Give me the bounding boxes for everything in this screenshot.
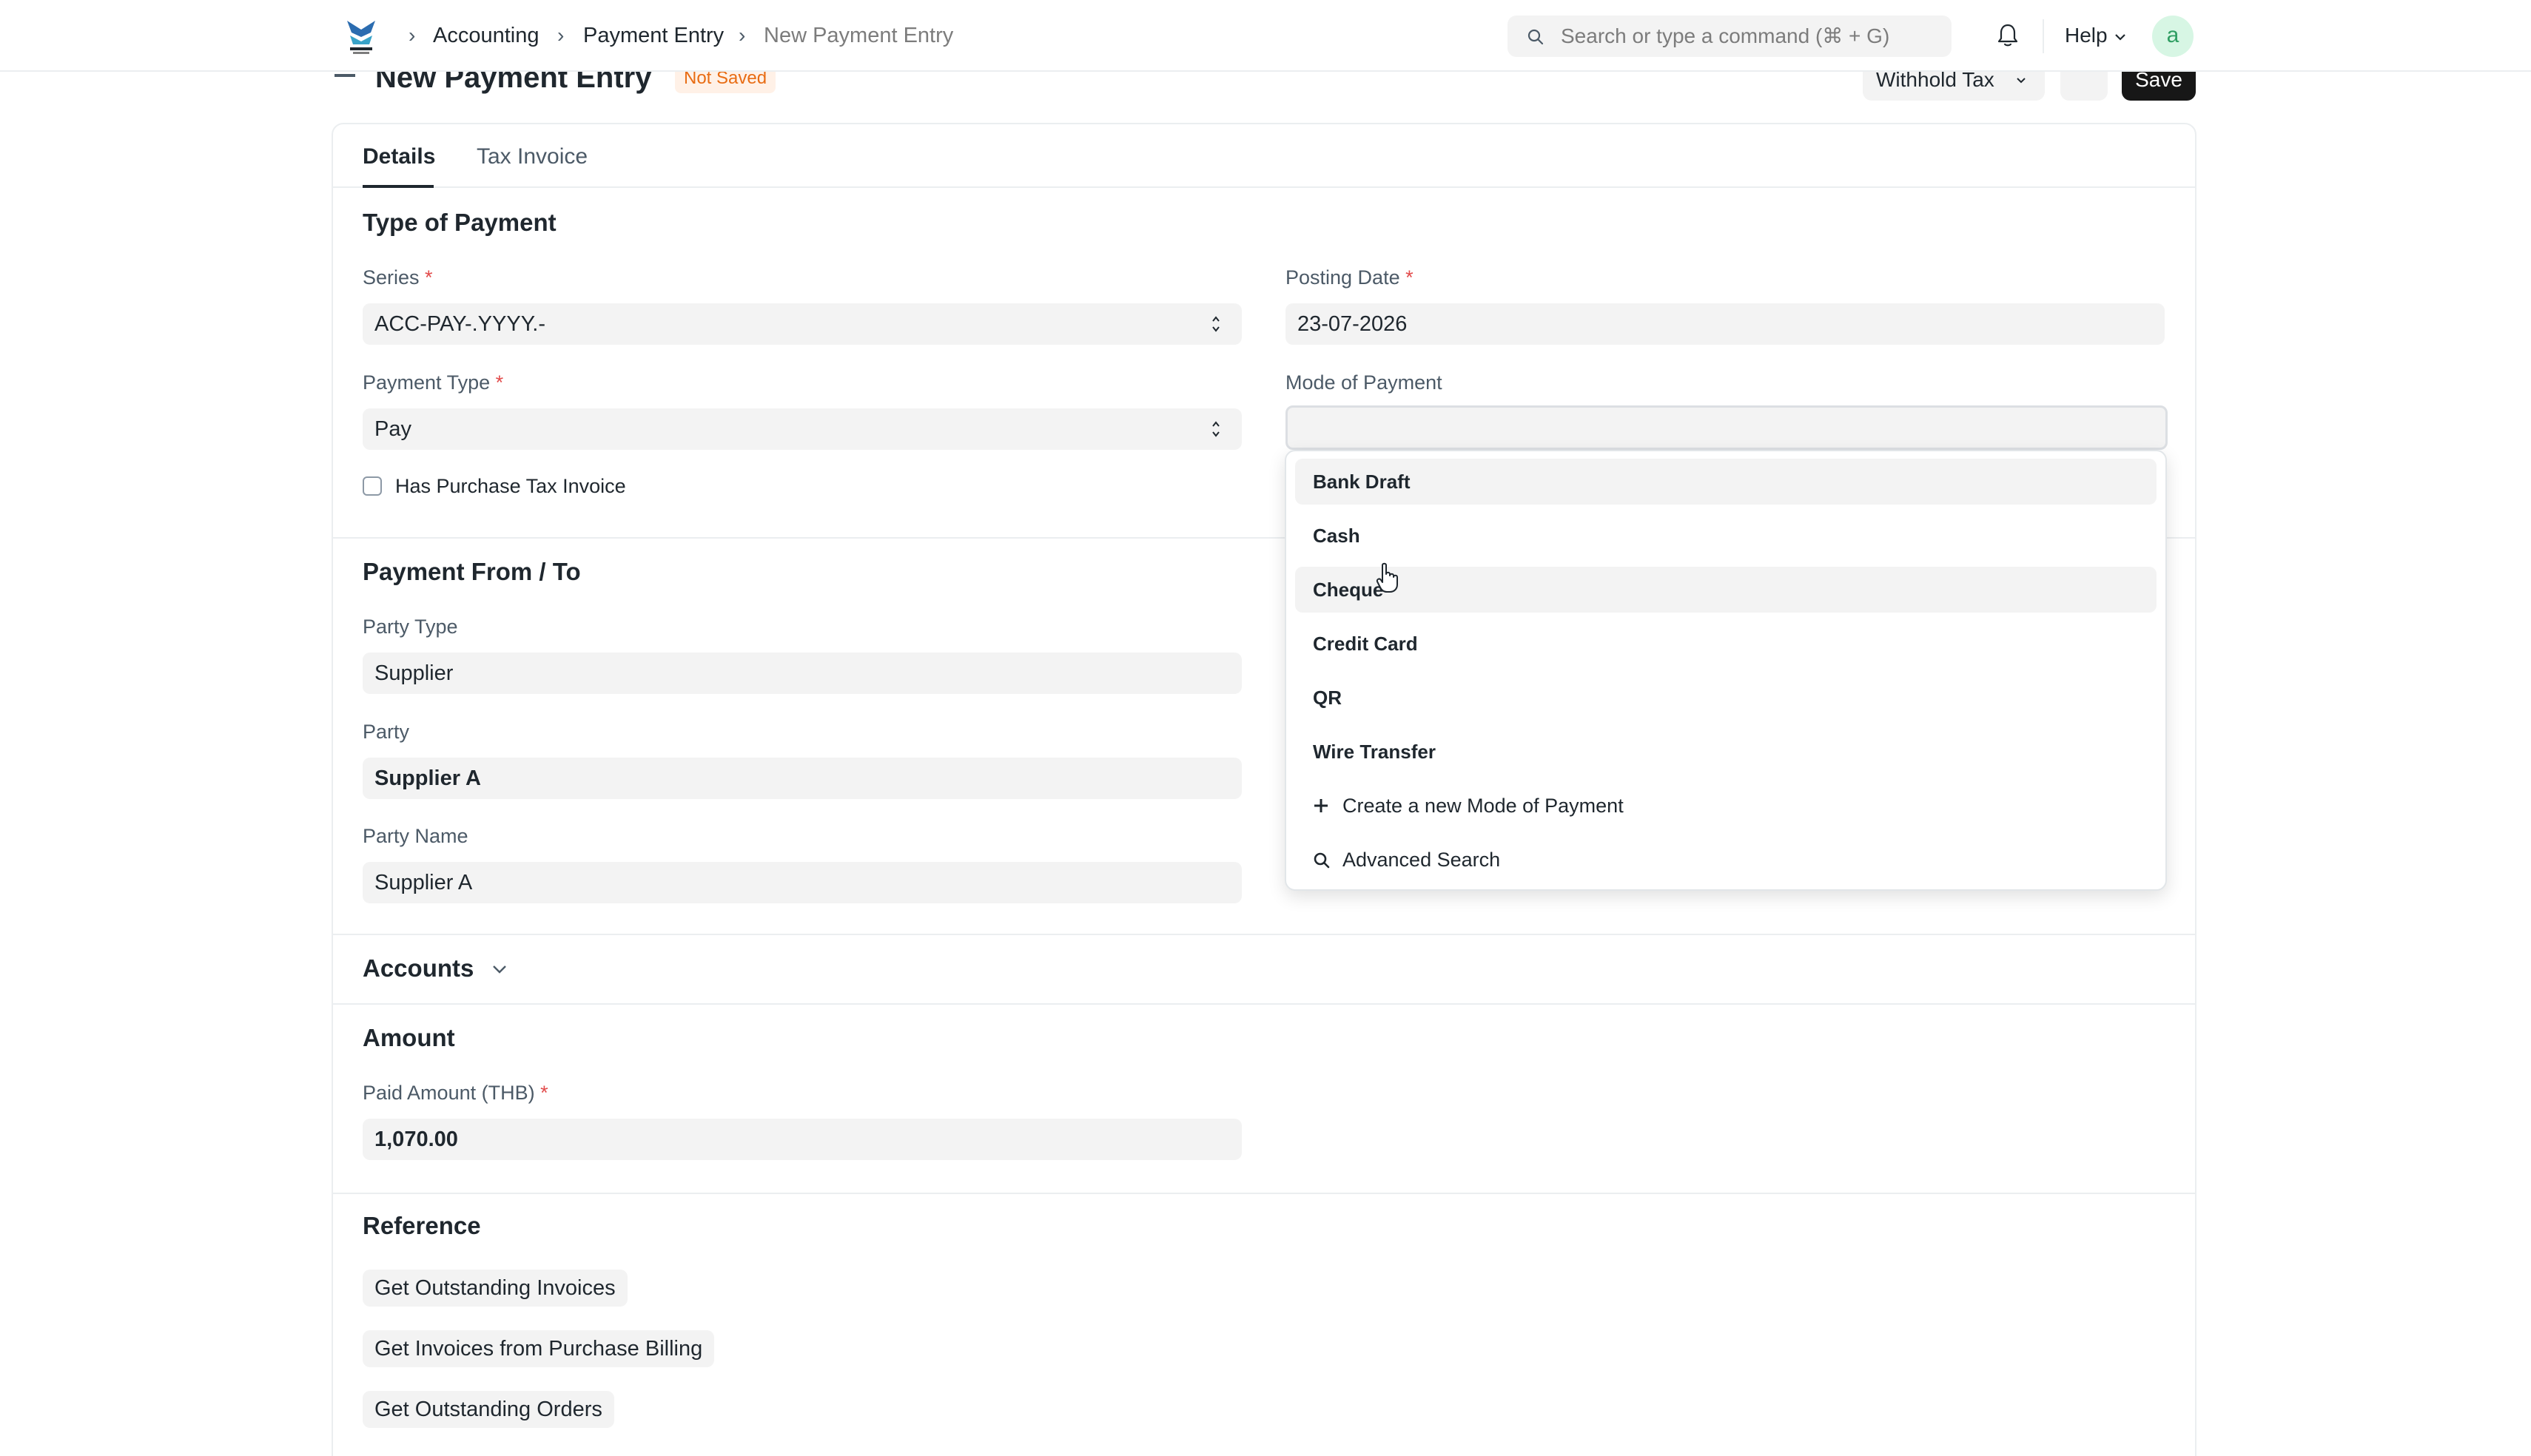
section-reference: Reference bbox=[363, 1212, 481, 1239]
section-divider bbox=[333, 1193, 2195, 1194]
advanced-search-option[interactable]: Advanced Search bbox=[1295, 837, 2157, 883]
tab-tax-invoice[interactable]: Tax Invoice bbox=[477, 142, 588, 172]
search-placeholder: Search or type a command (⌘ + G) bbox=[1561, 24, 1890, 47]
active-tab-indicator bbox=[363, 185, 434, 188]
avatar[interactable]: a bbox=[2152, 16, 2194, 57]
chevron-down-icon bbox=[2115, 34, 2125, 41]
chevron-right-icon: › bbox=[409, 24, 416, 47]
tab-details[interactable]: Details bbox=[363, 142, 435, 172]
has-purchase-tax-invoice-label: Has Purchase Tax Invoice bbox=[395, 475, 626, 497]
section-type-of-payment: Type of Payment bbox=[363, 209, 557, 236]
party-type-label: Party Type bbox=[363, 616, 458, 638]
option-wire-transfer[interactable]: Wire Transfer bbox=[1295, 729, 2157, 775]
mode-of-payment-label: Mode of Payment bbox=[1285, 371, 1442, 394]
chevron-right-icon: › bbox=[557, 24, 565, 47]
help-menu[interactable]: Help bbox=[2065, 22, 2125, 49]
search-icon bbox=[1314, 852, 1330, 869]
help-label: Help bbox=[2065, 24, 2108, 47]
app-logo[interactable] bbox=[343, 16, 380, 56]
create-mode-of-payment-option[interactable]: Create a new Mode of Payment bbox=[1295, 783, 2157, 829]
series-select[interactable]: ACC-PAY-.YYYY.- bbox=[363, 303, 1242, 345]
section-divider bbox=[333, 934, 2195, 935]
breadcrumb-payment-entry[interactable]: Payment Entry bbox=[583, 22, 724, 49]
get-invoices-from-purchase-billing-button[interactable]: Get Invoices from Purchase Billing bbox=[363, 1330, 715, 1367]
payment-type-value: Pay bbox=[374, 417, 411, 441]
paid-amount-field[interactable]: 1,070.00 bbox=[363, 1119, 1242, 1160]
party-type-field[interactable]: Supplier bbox=[363, 653, 1242, 694]
get-outstanding-orders-button[interactable]: Get Outstanding Orders bbox=[363, 1391, 614, 1428]
payment-type-select[interactable]: Pay bbox=[363, 408, 1242, 450]
party-field[interactable]: Supplier A bbox=[363, 758, 1242, 799]
tab-bar: Details Tax Invoice bbox=[333, 124, 2195, 188]
search-icon bbox=[1527, 29, 1544, 45]
search-input[interactable]: Search or type a command (⌘ + G) bbox=[1507, 16, 1952, 57]
plus-icon bbox=[1314, 799, 1328, 812]
series-value: ACC-PAY-.YYYY.- bbox=[374, 312, 546, 336]
navbar: › Accounting › Payment Entry › New Payme… bbox=[0, 0, 2531, 72]
select-arrows-icon bbox=[1212, 316, 1220, 332]
option-credit-card[interactable]: Credit Card bbox=[1295, 621, 2157, 667]
hand-cursor-icon bbox=[1376, 562, 1398, 593]
breadcrumb-accounting[interactable]: Accounting bbox=[433, 22, 540, 49]
chevron-down-icon bbox=[2017, 78, 2026, 84]
party-label: Party bbox=[363, 721, 410, 743]
sidebar-toggle-icon[interactable] bbox=[335, 74, 355, 77]
breadcrumb-new-payment-entry[interactable]: New Payment Entry bbox=[764, 22, 953, 49]
payment-type-label: Payment Type * bbox=[363, 371, 504, 394]
party-name-label: Party Name bbox=[363, 825, 468, 847]
section-payment-from-to: Payment From / To bbox=[363, 558, 581, 585]
option-cheque[interactable]: Cheque bbox=[1295, 567, 2157, 613]
advanced-search-label: Advanced Search bbox=[1342, 849, 1501, 871]
get-outstanding-invoices-button[interactable]: Get Outstanding Invoices bbox=[363, 1270, 628, 1307]
series-label: Series * bbox=[363, 266, 433, 289]
select-arrows-icon bbox=[1212, 421, 1220, 437]
posting-date-label: Posting Date * bbox=[1285, 266, 1414, 289]
section-divider bbox=[333, 1003, 2195, 1005]
create-mode-of-payment-label: Create a new Mode of Payment bbox=[1342, 795, 1624, 817]
navbar-divider bbox=[2043, 19, 2044, 53]
option-qr[interactable]: QR bbox=[1295, 675, 2157, 721]
option-cash[interactable]: Cash bbox=[1295, 513, 2157, 559]
has-purchase-tax-invoice-checkbox[interactable] bbox=[363, 476, 382, 496]
section-accounts[interactable]: Accounts bbox=[363, 953, 474, 984]
chevron-right-icon: › bbox=[739, 24, 746, 47]
chevron-down-icon[interactable] bbox=[490, 962, 509, 977]
mode-of-payment-input[interactable] bbox=[1285, 405, 2168, 450]
paid-amount-label: Paid Amount (THB) * bbox=[363, 1082, 548, 1104]
posting-date-field[interactable]: 23-07-2026 bbox=[1285, 303, 2165, 345]
bell-icon[interactable] bbox=[1996, 22, 2020, 53]
section-amount: Amount bbox=[363, 1024, 455, 1051]
party-name-field[interactable]: Supplier A bbox=[363, 862, 1242, 903]
option-bank-draft[interactable]: Bank Draft bbox=[1295, 459, 2157, 505]
mode-of-payment-dropdown: Bank Draft Cash Cheque Credit Card QR Wi… bbox=[1285, 450, 2167, 891]
